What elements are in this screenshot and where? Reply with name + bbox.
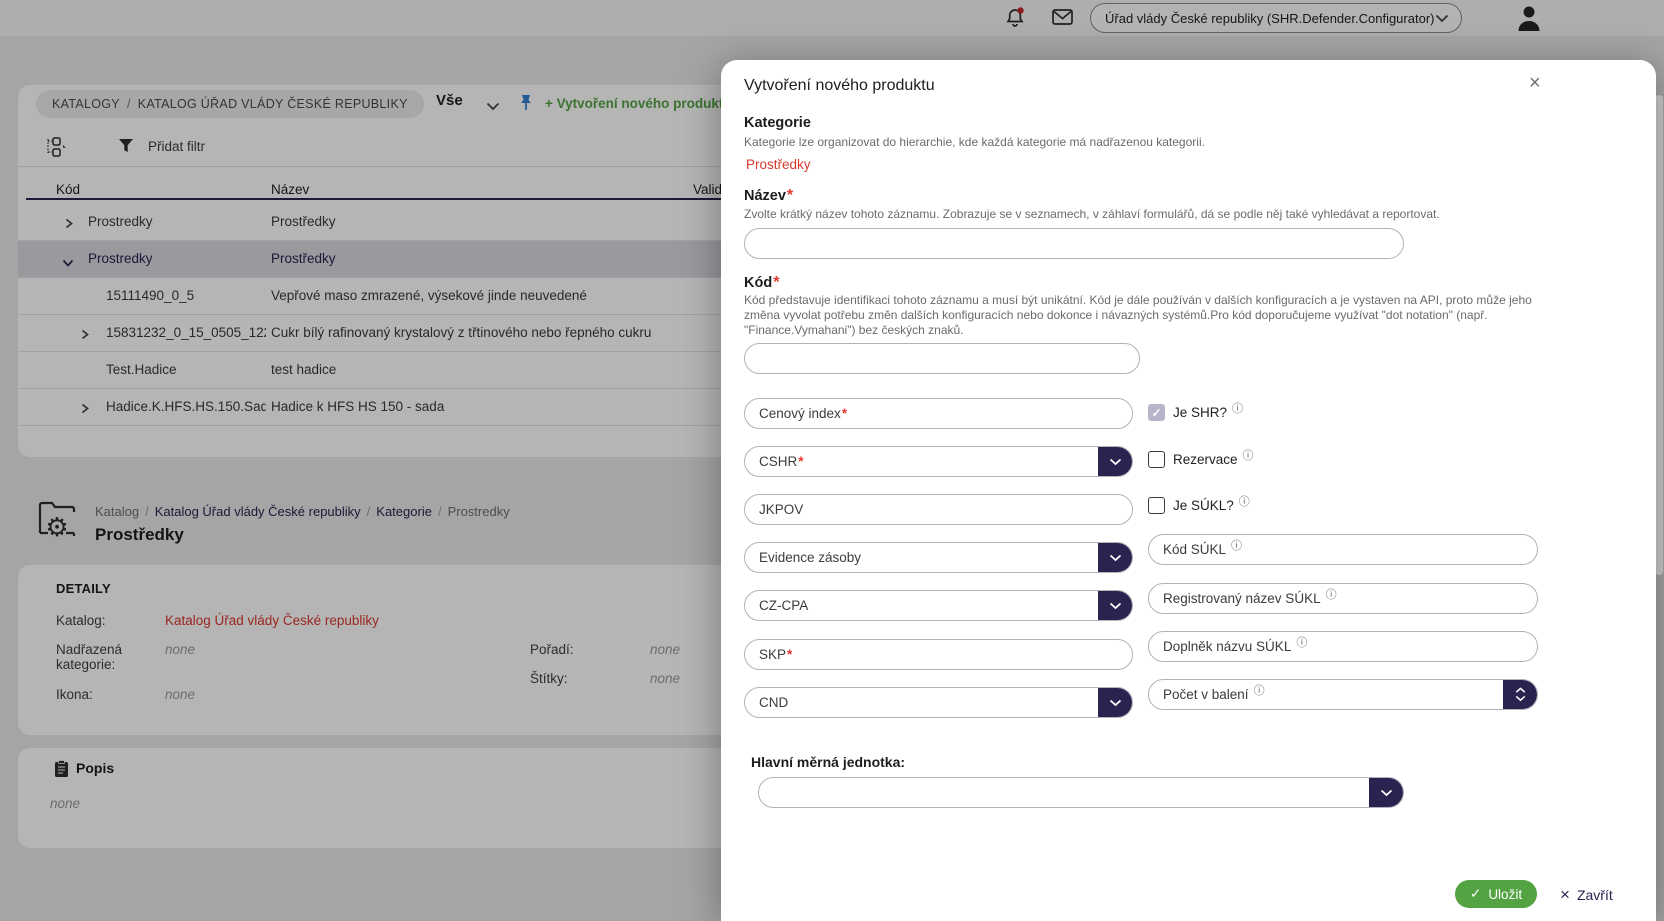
required-asterisk: * bbox=[842, 406, 847, 421]
chevron-down-icon[interactable] bbox=[1098, 590, 1132, 621]
kategorie-desc: Kategorie lze organizovat do hierarchie,… bbox=[744, 135, 1544, 150]
kategorie-link[interactable]: Prostředky bbox=[746, 157, 811, 172]
close-button[interactable]: × Zavřít bbox=[1560, 885, 1613, 905]
create-product-modal: Vytvoření nového produktu × Kategorie Ka… bbox=[721, 60, 1656, 921]
nazev-desc: Zvolte krátký název tohoto záznamu. Zobr… bbox=[744, 207, 1544, 222]
je-sukl-label: Je SÚKL?ⓘ bbox=[1173, 498, 1250, 514]
required-asterisk: * bbox=[787, 647, 792, 662]
info-icon[interactable]: ⓘ bbox=[1232, 403, 1243, 415]
kod-input[interactable] bbox=[744, 343, 1140, 374]
nazev-input-field[interactable] bbox=[759, 229, 1403, 258]
pocet-v-baleni-input[interactable]: Počet v baleníⓘ bbox=[1148, 679, 1538, 710]
registrovany-nazev-sukl-input[interactable]: Registrovaný název SÚKLⓘ bbox=[1148, 583, 1538, 614]
required-asterisk: * bbox=[787, 187, 793, 204]
info-icon[interactable]: ⓘ bbox=[1326, 586, 1337, 602]
je-shr-label: Je SHR?ⓘ bbox=[1173, 405, 1243, 421]
cz-cpa-select[interactable]: CZ-CPA bbox=[744, 590, 1133, 621]
modal-title: Vytvoření nového produktu bbox=[744, 77, 935, 95]
je-shr-checkbox[interactable]: ✓ bbox=[1148, 404, 1165, 421]
je-sukl-checkbox[interactable] bbox=[1148, 497, 1165, 514]
required-asterisk: * bbox=[798, 454, 803, 469]
evidence-zasoby-select[interactable]: Evidence zásoby bbox=[744, 542, 1133, 573]
kod-label: Kód* bbox=[744, 274, 779, 292]
kod-input-field[interactable] bbox=[759, 344, 1139, 373]
check-icon: ✓ bbox=[1151, 406, 1161, 420]
chevron-down-icon[interactable] bbox=[1369, 777, 1403, 808]
info-icon[interactable]: ⓘ bbox=[1254, 682, 1265, 698]
cshr-select[interactable]: CSHR* bbox=[744, 446, 1133, 477]
rezervace-label: Rezervaceⓘ bbox=[1173, 452, 1254, 468]
close-icon[interactable]: × bbox=[1529, 72, 1541, 95]
kod-sukl-input[interactable]: Kód SÚKLⓘ bbox=[1148, 534, 1538, 565]
hlavni-merna-select[interactable] bbox=[758, 777, 1404, 808]
kategorie-heading: Kategorie bbox=[744, 115, 811, 131]
cenovy-index-input[interactable]: Cenový index* bbox=[744, 398, 1133, 429]
hlavni-merna-label: Hlavní měrná jednotka: bbox=[751, 754, 905, 770]
nazev-label: Název* bbox=[744, 187, 793, 205]
chevron-down-icon[interactable] bbox=[1098, 542, 1132, 573]
chevron-down-icon[interactable] bbox=[1098, 687, 1132, 718]
check-icon: ✓ bbox=[1470, 886, 1481, 902]
required-asterisk: * bbox=[773, 274, 779, 291]
save-button[interactable]: ✓ Uložit bbox=[1455, 880, 1537, 908]
info-icon[interactable]: ⓘ bbox=[1231, 537, 1242, 553]
doplnek-nazvu-sukl-input[interactable]: Doplněk názvu SÚKLⓘ bbox=[1148, 631, 1538, 662]
info-icon[interactable]: ⓘ bbox=[1296, 634, 1307, 650]
scrollbar-thumb[interactable] bbox=[1655, 95, 1663, 575]
info-icon[interactable]: ⓘ bbox=[1243, 450, 1254, 462]
nazev-input[interactable] bbox=[744, 228, 1404, 259]
jkpov-input[interactable]: JKPOV bbox=[744, 494, 1133, 525]
number-stepper[interactable] bbox=[1503, 679, 1537, 710]
cnd-select[interactable]: CND bbox=[744, 687, 1133, 718]
info-icon[interactable]: ⓘ bbox=[1239, 496, 1250, 508]
rezervace-checkbox[interactable] bbox=[1148, 451, 1165, 468]
kod-desc: Kód představuje identifikaci tohoto zázn… bbox=[744, 293, 1544, 338]
chevron-down-icon[interactable] bbox=[1098, 446, 1132, 477]
skp-input[interactable]: SKP* bbox=[744, 639, 1133, 670]
close-x-icon: × bbox=[1560, 885, 1570, 905]
